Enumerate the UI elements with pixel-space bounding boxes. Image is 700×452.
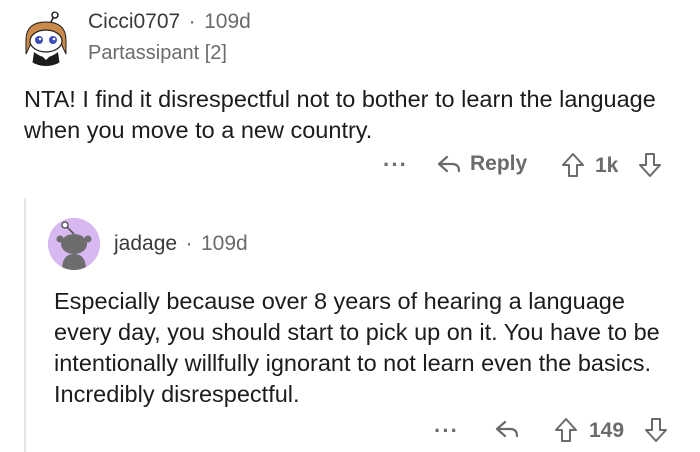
default-snoo-avatar-icon[interactable] [48,218,100,270]
comment-score: 1k [595,154,619,177]
reply-button[interactable]: Reply [436,152,527,176]
reply-score: 149 [589,419,625,442]
reply-more-options-button[interactable]: ··· [434,418,459,444]
snoo-avatar-icon[interactable] [18,10,74,66]
comment-body: NTA! I find it disrespectful not to both… [24,86,656,143]
comment-age: 109d [204,10,251,33]
reply-arrow-icon[interactable] [494,417,520,441]
comment-username[interactable]: Cicci0707 [88,10,180,33]
reply-header: jadage · 109d [114,232,248,256]
reply-arrow-icon [436,152,462,176]
reply-body: Especially because over 8 years of heari… [54,288,660,407]
reply-header-separator: · [185,232,193,255]
reply-age: 109d [200,232,248,255]
reply-label: Reply [470,152,528,175]
header-separator: · [188,10,196,33]
downvote-icon[interactable] [637,151,663,179]
comment-header: Cicci0707 · 109d [88,10,251,34]
reply-username[interactable]: jadage [114,232,177,255]
upvote-icon[interactable] [560,151,586,179]
reply-downvote-icon[interactable] [643,416,669,444]
thread-line[interactable] [24,198,26,452]
user-flair: Partassipant [2] [88,42,227,64]
reply-upvote-icon[interactable] [553,416,579,444]
more-options-button[interactable]: ··· [383,152,408,178]
